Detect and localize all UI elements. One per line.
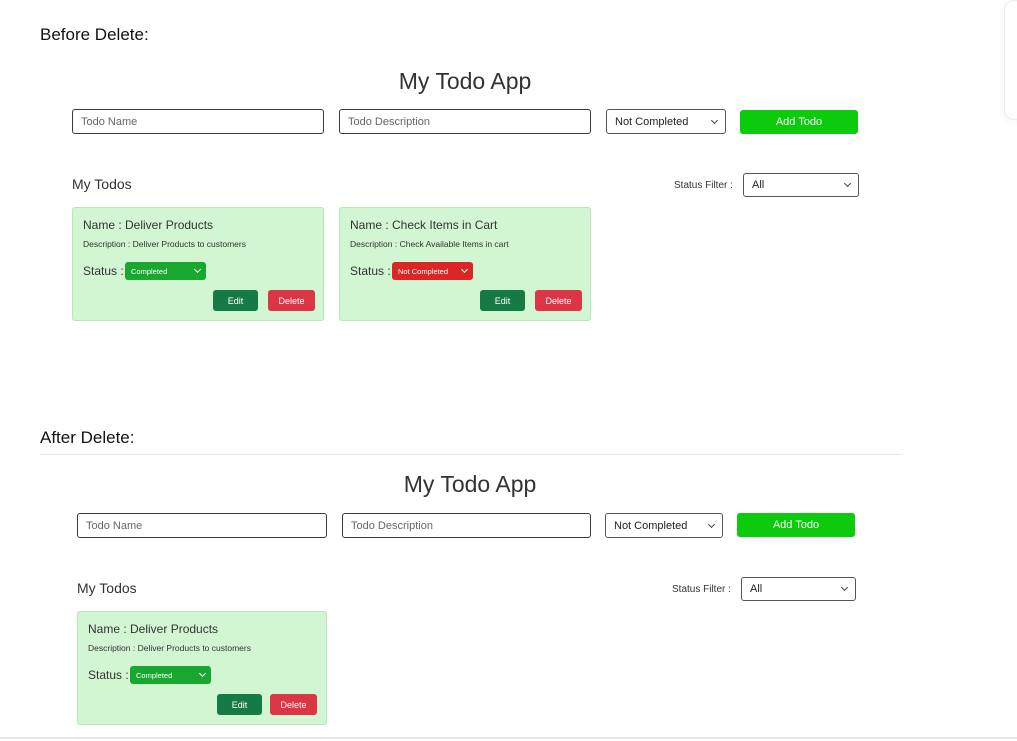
edit-button[interactable]: Edit	[217, 694, 262, 715]
delete-button[interactable]: Delete	[535, 290, 582, 311]
chevron-down-icon	[193, 265, 202, 274]
todo-name: Name : Check Items in Cart	[350, 218, 498, 232]
status-label: Status :	[350, 264, 391, 278]
todo-name: Name : Deliver Products	[83, 218, 214, 232]
todo-status-select-value: Not Completed	[614, 519, 688, 532]
todo-description: Description : Check Available Items in c…	[350, 239, 509, 249]
todo-app-after: My Todo App Todo Name Todo Description N…	[70, 471, 870, 741]
todo-status-value: Not Completed	[398, 266, 449, 276]
todo-description: Description : Deliver Products to custom…	[83, 239, 246, 249]
todo-status-value: Completed	[136, 670, 173, 680]
status-filter-value: All	[752, 179, 765, 191]
status-filter-label: Status Filter :	[672, 584, 731, 595]
bottom-divider	[0, 737, 1017, 739]
chevron-down-icon	[460, 265, 469, 274]
todo-status-select[interactable]: Not Completed	[606, 109, 726, 134]
todo-status-value: Completed	[131, 266, 168, 276]
chevron-down-icon	[710, 116, 719, 124]
edit-button[interactable]: Edit	[480, 290, 525, 311]
todo-status-dropdown[interactable]: Completed	[125, 262, 206, 280]
app-title: My Todo App	[403, 471, 537, 497]
app-title: My Todo App	[398, 68, 532, 94]
chevron-down-icon	[707, 520, 716, 528]
status-filter-value: All	[750, 583, 763, 595]
todo-status-dropdown[interactable]: Not Completed	[392, 262, 473, 280]
after-delete-label: After Delete:	[40, 428, 135, 447]
todo-description: Description : Deliver Products to custom…	[88, 643, 251, 653]
todo-status-dropdown[interactable]: Completed	[130, 666, 211, 684]
before-delete-label: Before Delete:	[40, 25, 149, 44]
status-filter-select[interactable]: All	[743, 173, 859, 197]
delete-button[interactable]: Delete	[270, 694, 317, 715]
add-todo-button[interactable]: Add Todo	[740, 110, 858, 134]
add-todo-button[interactable]: Add Todo	[737, 513, 855, 537]
todo-status-select-value: Not Completed	[615, 115, 689, 128]
chevron-down-icon	[198, 669, 207, 678]
chevron-down-icon	[840, 583, 849, 592]
todo-card: Name : Check Items in Cart Description :…	[339, 207, 591, 321]
todo-name-input[interactable]: Todo Name	[72, 109, 324, 134]
divider	[40, 454, 902, 455]
status-label: Status :	[83, 264, 124, 278]
todo-description-input[interactable]: Todo Description	[342, 513, 591, 538]
edit-button[interactable]: Edit	[213, 290, 258, 311]
chevron-down-icon	[843, 179, 852, 188]
todo-card: Name : Deliver Products Description : De…	[77, 611, 327, 725]
my-todos-heading: My Todos	[72, 176, 132, 192]
todo-name: Name : Deliver Products	[88, 622, 219, 636]
todo-status-select[interactable]: Not Completed	[605, 513, 723, 538]
my-todos-heading: My Todos	[77, 580, 137, 596]
edge-card	[1004, 0, 1017, 120]
status-label: Status :	[88, 668, 129, 682]
todo-card: Name : Deliver Products Description : De…	[72, 207, 324, 321]
status-filter-label: Status Filter :	[674, 180, 733, 191]
todo-name-input[interactable]: Todo Name	[77, 513, 327, 538]
todo-app-before: My Todo App Todo Name Todo Description N…	[65, 68, 865, 338]
delete-button[interactable]: Delete	[268, 290, 315, 311]
todo-description-input[interactable]: Todo Description	[339, 109, 591, 134]
status-filter-select[interactable]: All	[741, 577, 856, 601]
